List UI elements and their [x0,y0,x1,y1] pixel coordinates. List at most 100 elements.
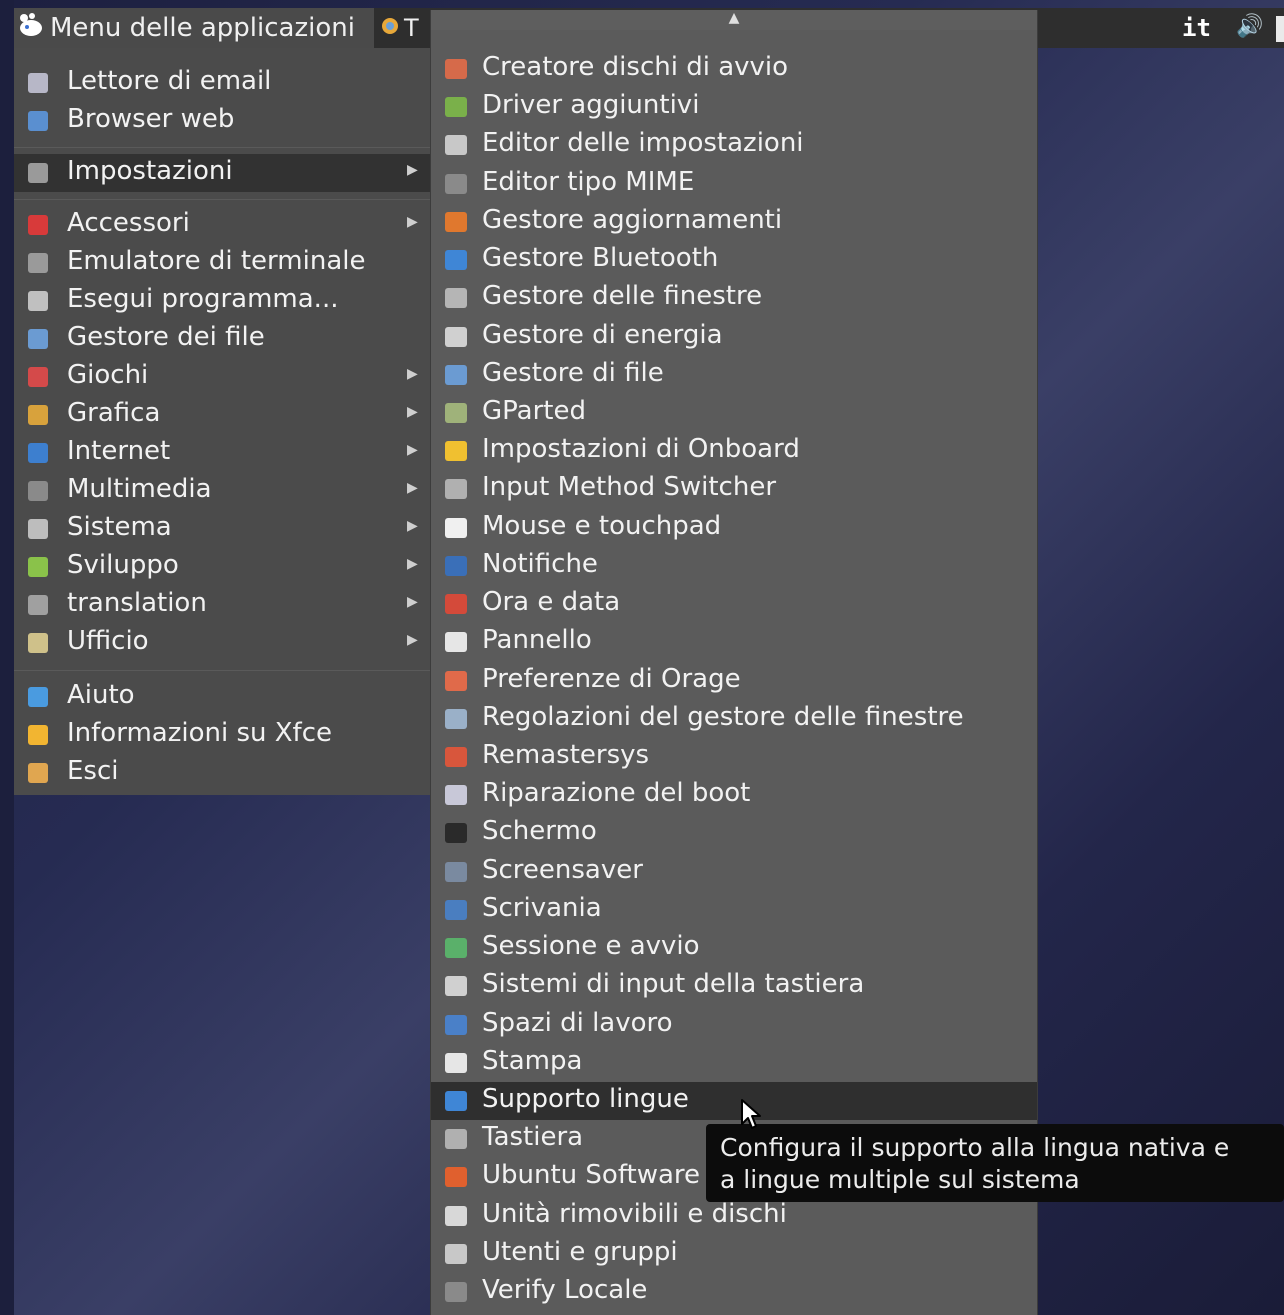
submenu-item-driver-aggiuntivi[interactable]: Driver aggiuntivi [431,88,1037,126]
office-icon [28,633,48,653]
submenu-arrow-icon: ▶ [407,214,418,230]
gear-icon [28,519,48,539]
remastersys-icon [445,747,467,767]
submenu-item-spazi-di-lavoro[interactable]: Spazi di lavoro [431,1006,1037,1044]
menu-item-label: translation [67,588,207,618]
submenu-item-label: Utenti e gruppi [482,1236,678,1267]
submenu-arrow-icon: ▶ [407,594,418,610]
menu-item-grafica[interactable]: Grafica ▶ [14,396,430,434]
onboard-icon [445,441,467,462]
submenu-item-pannello[interactable]: Pannello [431,623,1037,661]
menu-item-internet[interactable]: Internet ▶ [14,434,430,472]
windows-icon [445,288,467,309]
menu-item-sviluppo[interactable]: Sviluppo ▶ [14,548,430,586]
scroll-up-arrow[interactable]: ▲ [431,10,1037,30]
submenu-item-utenti-e-gruppi[interactable]: Utenti e gruppi [431,1235,1037,1273]
applications-menu: Lettore di email Browser web Impostazioni ▶… [14,48,430,795]
submenu-item-stampa[interactable]: Stampa [431,1044,1037,1082]
menu-item-emulatore-di-terminale[interactable]: Emulatore di terminale [14,244,430,282]
palette-icon [28,405,48,425]
menu-item-browser-web[interactable]: Browser web [14,102,430,140]
submenu-item-label: Editor tipo MIME [482,166,695,197]
submenu-item-label: Screensaver [482,854,643,885]
submenu-item-label: Schermo [482,816,597,847]
menu-item-lettore-di-email[interactable]: Lettore di email [14,64,430,102]
tooltip-line-2: a lingue multiple sul sistema [720,1165,1080,1194]
submenu-item-label: Preferenze di Orage [482,663,741,694]
submenu-item-preferenze-di-orage[interactable]: Preferenze di Orage [431,662,1037,700]
submenu-item-label: Impostazioni di Onboard [482,434,800,465]
submenu-item-supporto-lingue[interactable]: Supporto lingue [431,1081,1037,1120]
submenu-item-scrivania[interactable]: Scrivania [431,891,1037,929]
panel-launcher[interactable]: T [380,8,419,48]
calendar-icon [445,594,467,615]
menu-item-informazioni-su-xfce[interactable]: Informazioni su Xfce [14,716,430,754]
submenu-item-label: Riparazione del boot [482,778,751,809]
menu-item-label: Grafica [67,398,161,428]
menu-separator [14,199,430,200]
translation-icon [28,595,48,615]
menu-item-gestore-dei-file[interactable]: Gestore dei file [14,320,430,358]
disk-icon [445,1205,467,1226]
submenu-item-editor-delle-impostazioni[interactable]: Editor delle impostazioni [431,126,1037,164]
submenu-arrow-icon: ▶ [407,480,418,496]
menu-item-esegui-programma[interactable]: Esegui programma... [14,282,430,320]
submenu-item-riparazione-del-boot[interactable]: Riparazione del boot [431,776,1037,814]
submenu-item-gparted[interactable]: GParted [431,394,1037,432]
submenu-item-sistemi-di-input-della-tastiera[interactable]: Sistemi di input della tastiera [431,967,1037,1005]
submenu-item-editor-tipo-mime[interactable]: Editor tipo MIME [431,165,1037,203]
xfce-mouse-icon [18,12,44,44]
submenu-item-notifiche[interactable]: Notifiche [431,547,1037,585]
help-icon [28,687,48,707]
email-icon [28,73,48,93]
submenu-item-screensaver[interactable]: Screensaver [431,853,1037,891]
submenu-item-label: Remastersys [482,740,650,770]
applications-menu-button[interactable]: Menu delle applicazioni [14,8,374,48]
window-tweaks-icon [445,708,467,729]
submenu-item-ora-e-data[interactable]: Ora e data [431,585,1037,623]
menu-item-multimedia[interactable]: Multimedia ▶ [14,472,430,510]
session-icon [445,938,467,959]
submenu-item-label: Gestore di file [482,357,664,388]
keyboard-icon [445,1129,467,1150]
menu-item-ufficio[interactable]: Ufficio ▶ [14,624,430,662]
keyboard-layout-indicator[interactable]: it [1182,14,1211,42]
gparted-icon [445,403,467,423]
printer-icon [445,1052,467,1073]
submenu-item-input-method-switcher[interactable]: Input Method Switcher [431,470,1037,508]
submenu-item-mouse-e-touchpad[interactable]: Mouse e touchpad [431,509,1037,547]
submenu-item-label: Editor delle impostazioni [482,128,804,159]
menu-item-giochi[interactable]: Giochi ▶ [14,358,430,396]
submenu-item-impostazioni-di-onboard[interactable]: Impostazioni di Onboard [431,432,1037,470]
gear-icon [445,135,467,156]
submenu-item-gestore-aggiornamenti[interactable]: Gestore aggiornamenti [431,203,1037,241]
submenu-item-unita-rimovibili-e-dischi[interactable]: Unità rimovibili e dischi [431,1197,1037,1235]
launcher-label: T [404,14,419,42]
input-icon [445,976,467,997]
submenu-item-gestore-bluetooth[interactable]: Gestore Bluetooth [431,241,1037,279]
menu-item-translation[interactable]: translation ▶ [14,586,430,624]
submenu-item-regolazioni-del-gestore-delle-finestre[interactable]: Regolazioni del gestore delle finestre [431,700,1037,738]
submenu-item-creatore-dischi-di-avvio[interactable]: Creatore dischi di avvio [431,50,1037,88]
submenu-item-remastersys[interactable]: Remastersys [431,738,1037,776]
menu-item-label: Ufficio [67,626,149,656]
workspaces-icon [445,1014,467,1035]
menu-item-sistema[interactable]: Sistema ▶ [14,510,430,548]
menu-item-accessori[interactable]: Accessori ▶ [14,206,430,244]
submenu-item-verify-locale[interactable]: Verify Locale [431,1273,1037,1311]
submenu-item-schermo[interactable]: Schermo [431,814,1037,852]
menu-item-esci[interactable]: Esci [14,754,430,792]
panel-icon [445,632,467,653]
menu-item-aiuto[interactable]: Aiuto [14,678,430,716]
submenu-item-gestore-di-file[interactable]: Gestore di file [431,356,1037,394]
submenu-item-gestore-delle-finestre[interactable]: Gestore delle finestre [431,279,1037,317]
submenu-item-gestore-di-energia[interactable]: Gestore di energia [431,318,1037,356]
calendar-icon [445,670,467,691]
submenu-item-label: Supporto lingue [482,1083,689,1114]
submenu-item-label: Creatore dischi di avvio [482,52,789,82]
menu-item-impostazioni[interactable]: Impostazioni ▶ [14,154,430,192]
volume-icon[interactable]: 🔊 [1236,14,1263,39]
submenu-item-sessione-e-avvio[interactable]: Sessione e avvio [431,929,1037,967]
menu-separator [14,670,430,671]
bluetooth-icon [445,250,467,271]
